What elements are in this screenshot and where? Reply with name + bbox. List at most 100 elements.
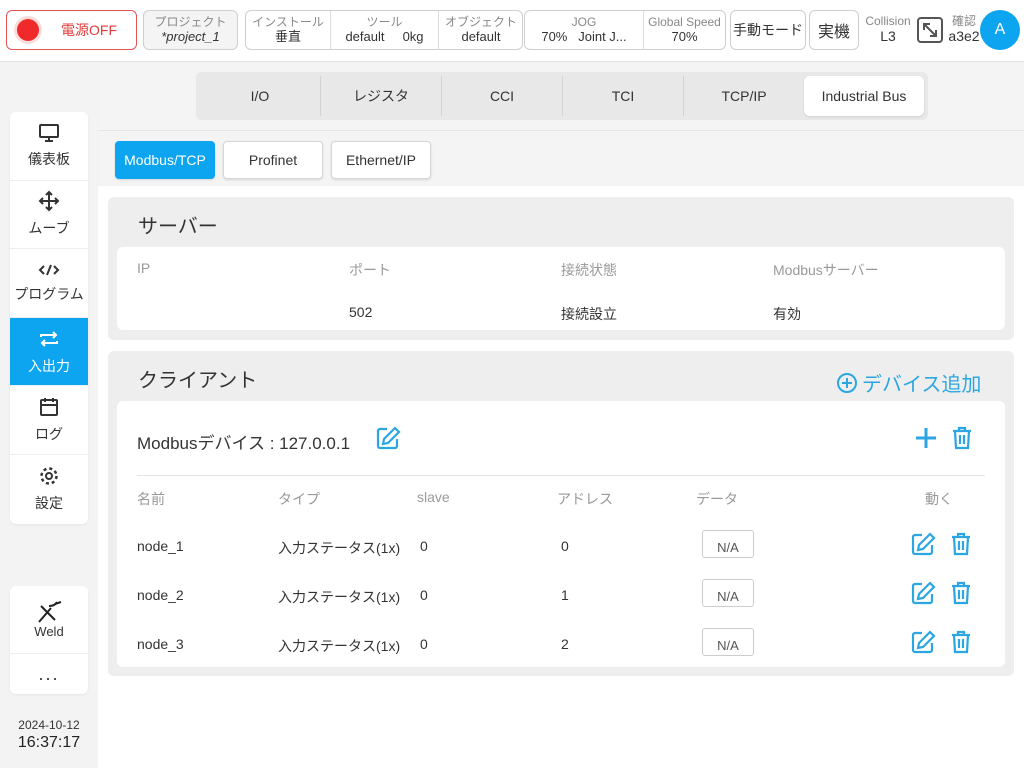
tab-io[interactable]: I/O xyxy=(200,76,321,116)
node-header-slave: slave xyxy=(417,489,450,505)
tab-cci[interactable]: CCI xyxy=(442,76,563,116)
subtab-bar: Modbus/TCP Profinet Ethernet/IP xyxy=(98,130,1024,186)
server-header-ip: IP xyxy=(137,260,151,276)
tool-label: ツール xyxy=(366,15,403,29)
jog-mode: Joint J... xyxy=(578,29,627,44)
sidebar-item-move[interactable]: ムーブ xyxy=(10,181,88,250)
sidebar-item-label: 設定 xyxy=(35,495,63,512)
project-value: *project_1 xyxy=(161,29,220,44)
server-header-modbus: Modbusサーバー xyxy=(773,262,879,278)
sidebar-nav: 儀表板 ムーブ プログラム 入出力 ログ 設定 xyxy=(10,112,88,524)
collision-level[interactable]: Collision L3 xyxy=(863,14,913,44)
install-value: 垂直 xyxy=(274,29,301,44)
node-type: 入力ステータス(1x) xyxy=(278,589,401,605)
add-node-icon[interactable] xyxy=(913,425,939,451)
sidebar-item-dashboard[interactable]: 儀表板 xyxy=(10,112,88,181)
tab-tcpip[interactable]: TCP/IP xyxy=(684,76,804,116)
node-address: 2 xyxy=(561,636,569,652)
power-button[interactable]: 電源OFF xyxy=(6,10,137,50)
confirm-label: 確認 xyxy=(951,14,976,28)
jog-values: 70% Joint J... xyxy=(525,29,643,45)
sidebar-item-weld[interactable]: Weld xyxy=(10,586,88,654)
tool-values: default 0kg xyxy=(331,29,438,45)
tool-weight: 0kg xyxy=(402,29,424,44)
global-speed-label: Global Speed xyxy=(648,15,721,29)
tool-value: default xyxy=(345,29,385,44)
node-header-name: 名前 xyxy=(137,491,165,507)
gear-icon xyxy=(40,467,58,486)
collision-label: Collision xyxy=(865,14,911,28)
system-clock: 2024-10-12 16:37:17 xyxy=(10,718,88,752)
object-label: オブジェクト xyxy=(444,15,517,29)
server-status-value: 接続設立 xyxy=(561,306,617,322)
node-type: 入力ステータス(1x) xyxy=(278,540,401,556)
node-slave: 0 xyxy=(420,538,428,554)
edit-device-icon[interactable] xyxy=(375,425,401,451)
power-indicator-icon xyxy=(17,19,39,41)
sidebar-item-program[interactable]: プログラム xyxy=(10,249,88,318)
weld-label: Weld xyxy=(34,624,64,639)
delete-device-icon[interactable] xyxy=(949,425,975,451)
node-data-value: N/A xyxy=(702,579,754,607)
subtab-ethernet-ip[interactable]: Ethernet/IP xyxy=(331,141,431,179)
delete-node-icon[interactable] xyxy=(948,580,974,606)
server-port-value: 502 xyxy=(349,304,373,320)
installation-panel[interactable]: インストール 垂直 ツール default 0kg オブジェクト default xyxy=(245,10,523,50)
sidebar-item-settings[interactable]: 設定 xyxy=(10,455,88,524)
power-label: 電源OFF xyxy=(61,22,117,38)
edit-node-icon[interactable] xyxy=(910,531,936,557)
delete-node-icon[interactable] xyxy=(948,531,974,557)
node-header-address: アドレス xyxy=(557,491,613,507)
server-header-port: ポート xyxy=(349,262,391,278)
add-device-button[interactable]: デバイス追加 xyxy=(836,368,981,397)
real-robot-button[interactable]: 実機 xyxy=(809,10,859,50)
node-data-value: N/A xyxy=(702,530,754,558)
project-selector[interactable]: プロジェクト *project_1 xyxy=(143,10,238,50)
node-name: node_3 xyxy=(137,636,184,652)
install-label: インストール xyxy=(252,15,324,29)
node-slave: 0 xyxy=(420,587,428,603)
weld-torch-icon xyxy=(38,601,62,623)
divider xyxy=(137,475,985,476)
object-value: default xyxy=(461,29,501,44)
exchange-icon xyxy=(40,330,58,347)
fullscreen-icon[interactable] xyxy=(916,16,944,44)
calendar-icon xyxy=(40,398,58,417)
sidebar-item-log[interactable]: ログ xyxy=(10,386,88,455)
install-segment[interactable]: インストール 垂直 xyxy=(246,11,330,49)
node-name: node_1 xyxy=(137,538,184,554)
project-label: プロジェクト xyxy=(154,15,227,29)
jog-segment[interactable]: JOG 70% Joint J... xyxy=(525,11,643,49)
tab-register[interactable]: レジスタ xyxy=(321,76,442,116)
main-tabs: I/O レジスタ CCI TCI TCP/IP Industrial Bus xyxy=(196,72,928,120)
confirm-value: a3e2 xyxy=(948,28,980,44)
tool-segment[interactable]: ツール default 0kg xyxy=(330,11,438,49)
node-slave: 0 xyxy=(420,636,428,652)
code-icon xyxy=(38,264,60,276)
sidebar-item-label: 儀表板 xyxy=(28,150,70,167)
global-speed-segment[interactable]: Global Speed 70% xyxy=(643,11,725,49)
move-icon xyxy=(38,190,60,212)
node-header-type: タイプ xyxy=(278,491,320,507)
top-bar: 電源OFF プロジェクト *project_1 インストール 垂直 ツール de… xyxy=(0,0,1024,62)
manual-mode-button[interactable]: 手動モード xyxy=(730,10,806,50)
sidebar-item-io[interactable]: 入出力 xyxy=(10,317,88,387)
server-modbus-value: 有効 xyxy=(773,306,801,322)
server-table: IP ポート 接続状態 Modbusサーバー 502 接続設立 有効 xyxy=(117,247,1005,330)
tab-tci[interactable]: TCI xyxy=(563,76,684,116)
more-button[interactable]: ... xyxy=(10,654,88,694)
node-name: node_2 xyxy=(137,587,184,603)
jog-panel[interactable]: JOG 70% Joint J... Global Speed 70% xyxy=(524,10,726,50)
object-segment[interactable]: オブジェクト default xyxy=(438,11,523,49)
user-avatar[interactable]: A xyxy=(980,10,1020,50)
node-type: 入力ステータス(1x) xyxy=(278,638,401,654)
system-date: 2024-10-12 xyxy=(18,718,80,732)
tab-industrial-bus[interactable]: Industrial Bus xyxy=(804,76,924,116)
node-address: 0 xyxy=(561,538,569,554)
delete-node-icon[interactable] xyxy=(948,629,974,655)
edit-node-icon[interactable] xyxy=(910,580,936,606)
confirm-status[interactable]: 確認 a3e2 xyxy=(946,14,982,44)
subtab-modbus-tcp[interactable]: Modbus/TCP xyxy=(115,141,215,179)
edit-node-icon[interactable] xyxy=(910,629,936,655)
subtab-profinet[interactable]: Profinet xyxy=(223,141,323,179)
